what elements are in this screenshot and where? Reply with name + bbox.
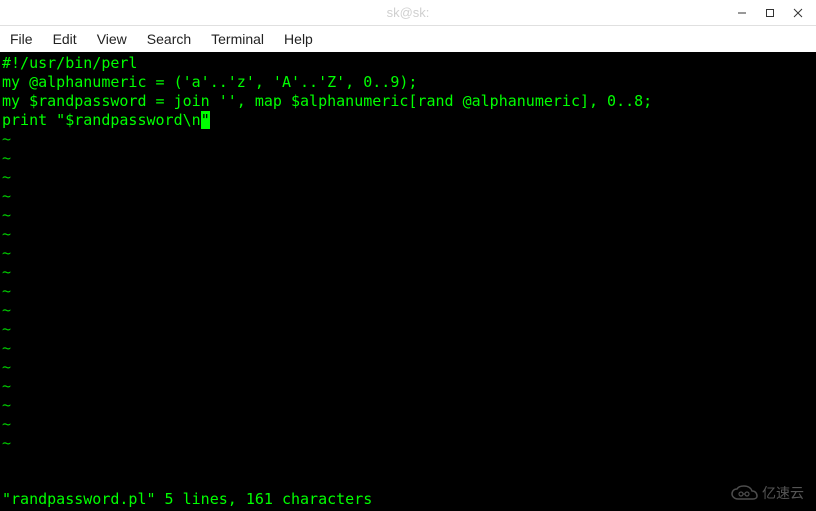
watermark: 亿速云 bbox=[730, 484, 804, 503]
empty-line-tilde: ~ bbox=[2, 301, 814, 320]
empty-line-tilde: ~ bbox=[2, 263, 814, 282]
empty-line-tilde: ~ bbox=[2, 130, 814, 149]
menu-search[interactable]: Search bbox=[137, 28, 201, 50]
maximize-icon bbox=[765, 8, 775, 18]
empty-line-tilde: ~ bbox=[2, 358, 814, 377]
empty-line-tilde: ~ bbox=[2, 282, 814, 301]
menu-edit[interactable]: Edit bbox=[43, 28, 87, 50]
cursor: " bbox=[201, 111, 210, 129]
maximize-button[interactable] bbox=[756, 3, 784, 23]
minimize-button[interactable] bbox=[728, 3, 756, 23]
menubar: File Edit View Search Terminal Help bbox=[0, 26, 816, 52]
empty-line-tilde: ~ bbox=[2, 206, 814, 225]
empty-line-tilde: ~ bbox=[2, 168, 814, 187]
close-button[interactable] bbox=[784, 3, 812, 23]
close-icon bbox=[793, 8, 803, 18]
titlebar: sk@sk: bbox=[0, 0, 816, 26]
code-line: print "$randpassword\n" bbox=[2, 111, 814, 130]
empty-line-tilde: ~ bbox=[2, 149, 814, 168]
code-text: print "$randpassword\n bbox=[2, 111, 201, 129]
code-line: my $randpassword = join '', map $alphanu… bbox=[2, 92, 814, 111]
terminal-area[interactable]: #!/usr/bin/perl my @alphanumeric = ('a'.… bbox=[0, 52, 816, 511]
empty-line-tilde: ~ bbox=[2, 415, 814, 434]
window-title: sk@sk: bbox=[387, 5, 430, 20]
cloud-icon bbox=[730, 485, 758, 503]
empty-line-tilde: ~ bbox=[2, 377, 814, 396]
menu-view[interactable]: View bbox=[87, 28, 137, 50]
code-line: #!/usr/bin/perl bbox=[2, 54, 814, 73]
tilde-lines: ~~~~~~~~~~~~~~~~~ bbox=[2, 130, 814, 453]
empty-line-tilde: ~ bbox=[2, 339, 814, 358]
empty-line-tilde: ~ bbox=[2, 320, 814, 339]
empty-line-tilde: ~ bbox=[2, 225, 814, 244]
minimize-icon bbox=[737, 8, 747, 18]
vim-status-line: "randpassword.pl" 5 lines, 161 character… bbox=[2, 490, 372, 509]
empty-line-tilde: ~ bbox=[2, 434, 814, 453]
window-controls bbox=[728, 0, 812, 25]
empty-line-tilde: ~ bbox=[2, 244, 814, 263]
code-line: my @alphanumeric = ('a'..'z', 'A'..'Z', … bbox=[2, 73, 814, 92]
empty-line-tilde: ~ bbox=[2, 396, 814, 415]
menu-terminal[interactable]: Terminal bbox=[201, 28, 274, 50]
empty-line-tilde: ~ bbox=[2, 187, 814, 206]
menu-file[interactable]: File bbox=[4, 28, 43, 50]
watermark-text: 亿速云 bbox=[762, 484, 804, 503]
menu-help[interactable]: Help bbox=[274, 28, 323, 50]
